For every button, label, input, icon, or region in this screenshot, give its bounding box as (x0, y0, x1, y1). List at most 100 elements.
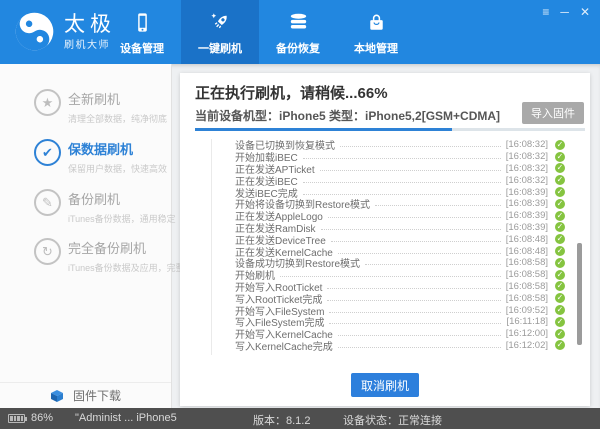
dotted-leader (340, 146, 501, 147)
sidebar-item-subtitle: 保留用户数据，快速高效 (68, 162, 172, 175)
log-timestamp: [16:08:48] (506, 246, 548, 257)
success-icon (555, 258, 565, 268)
app-logo: 太极 刷机大师 (14, 11, 116, 52)
flash-progress-panel: 正在执行刷机，请稍候...66% 当前设备机型：iPhone5 类型：iPhon… (180, 73, 590, 406)
dotted-leader (338, 335, 501, 336)
minimize-icon[interactable]: ─ (560, 4, 569, 20)
success-icon (555, 152, 565, 162)
menu-icon[interactable]: ≡ (542, 4, 549, 20)
compass-icon: ✎ (34, 189, 61, 216)
bag-icon (365, 11, 388, 34)
tab-device-management[interactable]: 设备管理 (103, 0, 181, 64)
success-icon (555, 329, 565, 339)
success-icon (555, 211, 565, 221)
success-icon (555, 305, 565, 315)
tab-label: 一键刷机 (198, 40, 242, 56)
tab-label: 备份恢复 (276, 40, 320, 56)
sidebar-item-keep-data-flash[interactable]: ✔ 保数据刷机 保留用户数据，快速高效 (0, 138, 172, 182)
dotted-leader (329, 312, 500, 313)
check-icon: ✔ (34, 139, 61, 166)
log-timestamp: [16:08:58] (506, 257, 548, 268)
success-icon (555, 199, 565, 209)
sidebar-item-title: 保数据刷机 (68, 138, 172, 158)
progress-bar (195, 128, 585, 131)
dotted-leader (303, 182, 501, 183)
scrollbar-thumb[interactable] (577, 243, 582, 345)
log-timestamp: [16:08:32] (506, 139, 548, 150)
dotted-leader (338, 253, 501, 254)
body-area: ★ 全新刷机 清理全部数据，纯净彻底 ✔ 保数据刷机 保留用户数据，快速高效 ✎… (0, 64, 600, 408)
dotted-leader (303, 194, 501, 195)
sidebar-item-fresh-flash[interactable]: ★ 全新刷机 清理全部数据，纯净彻底 (0, 88, 172, 132)
success-icon (555, 293, 565, 303)
device-info: 当前设备机型：iPhone5 类型：iPhone5,2[GSM+CDMA] (195, 107, 500, 124)
sidebar-item-subtitle: 清理全部数据，纯净彻底 (68, 112, 172, 125)
log-timestamp: [16:08:39] (506, 222, 548, 233)
taiji-logo-icon (14, 11, 55, 52)
sidebar-item-subtitle: iTunes备份数据及应用，完整全面 (68, 261, 172, 274)
log-row: 写入KernelCache完成 [16:12:02] (212, 340, 565, 352)
dotted-leader (321, 229, 501, 230)
log-timestamp: [16:08:39] (506, 210, 548, 221)
success-icon (555, 270, 565, 280)
device-status: 设备状态：正常连接 (343, 412, 442, 428)
log-timestamp: [16:08:32] (506, 163, 548, 174)
star-icon: ★ (34, 89, 61, 116)
dotted-leader (331, 241, 501, 242)
sidebar-item-subtitle: iTunes备份数据，通用稳定 (68, 212, 172, 225)
dotted-leader (365, 264, 501, 265)
log-timestamp: [16:08:39] (506, 187, 548, 198)
version-label: 版本：8.1.2 (253, 412, 310, 428)
nav-tabs: 设备管理 一键刷机 备份恢复 (103, 0, 415, 64)
tab-local-management[interactable]: 本地管理 (337, 0, 415, 64)
backup-disks-icon (287, 11, 310, 34)
sidebar-item-title: 备份刷机 (68, 188, 172, 208)
log-message: 写入KernelCache完成 (235, 338, 333, 353)
header: 太极 刷机大师 设备管理 (0, 0, 600, 64)
log-timestamp: [16:08:39] (506, 198, 548, 209)
sidebar-item-backup-flash[interactable]: ✎ 备份刷机 iTunes备份数据，通用稳定 (0, 188, 172, 232)
tab-label: 设备管理 (120, 40, 164, 56)
success-icon (555, 246, 565, 256)
status-bar: 86% "Administ ... iPhone5 版本：8.1.2 设备状态：… (0, 408, 600, 429)
log-timestamp: [16:08:48] (506, 234, 548, 245)
log-timestamp: [16:12:00] (506, 328, 548, 339)
dotted-leader (375, 205, 501, 206)
smartphone-icon (131, 11, 154, 34)
cancel-flash-button[interactable]: 取消刷机 (351, 373, 419, 397)
import-firmware-button[interactable]: 导入固件 (522, 102, 584, 124)
success-icon (555, 187, 565, 197)
tab-one-key-flash[interactable]: 一键刷机 (181, 0, 259, 64)
sidebar-item-full-backup-flash[interactable]: ↻ 完全备份刷机 iTunes备份数据及应用，完整全面 (0, 237, 172, 281)
success-icon (555, 234, 565, 244)
dotted-leader (329, 323, 501, 324)
refresh-icon: ↻ (34, 238, 61, 265)
battery-icon (8, 414, 25, 423)
window-controls: ≡ ─ ✕ (542, 4, 590, 20)
dotted-leader (338, 347, 501, 348)
dotted-leader (280, 276, 501, 277)
battery-percent: 86% (31, 412, 53, 424)
sidebar-item-title: 全新刷机 (68, 88, 172, 108)
firmware-download-button[interactable]: 固件下载 (0, 382, 171, 408)
sidebar: ★ 全新刷机 清理全部数据，纯净彻底 ✔ 保数据刷机 保留用户数据，快速高效 ✎… (0, 64, 172, 408)
dotted-leader (328, 217, 501, 218)
app-window: 太极 刷机大师 设备管理 (0, 0, 600, 429)
log-timestamp: [16:08:58] (506, 281, 548, 292)
log-timestamp: [16:08:32] (506, 175, 548, 186)
close-icon[interactable]: ✕ (580, 4, 590, 20)
success-icon (555, 340, 565, 350)
sidebar-item-title: 完全备份刷机 (68, 237, 172, 257)
dotted-leader (327, 300, 500, 301)
log-list[interactable]: 设备已切换到恢复模式 [16:08:32] 开始加载iBEC [16:08:32… (211, 139, 565, 355)
log-timestamp: [16:09:52] (506, 305, 548, 316)
dotted-leader (320, 170, 501, 171)
log-timestamp: [16:08:58] (506, 293, 548, 304)
device-name: "Administ ... iPhone5 (75, 412, 177, 424)
firmware-download-label: 固件下载 (73, 387, 121, 404)
log-timestamp: [16:12:02] (506, 340, 548, 351)
tab-backup-restore[interactable]: 备份恢复 (259, 0, 337, 64)
rocket-icon (209, 11, 232, 34)
dotted-leader (327, 288, 500, 289)
dotted-leader (303, 158, 501, 159)
